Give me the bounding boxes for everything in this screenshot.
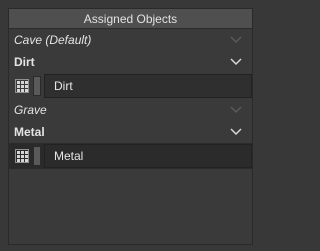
- group-row-cave[interactable]: Cave (Default): [9, 29, 252, 51]
- chevron-down-icon[interactable]: [230, 106, 242, 114]
- grid-icon: [15, 79, 29, 93]
- object-item-metal[interactable]: Metal: [9, 143, 252, 169]
- sub-row-metal[interactable]: Metal: [9, 121, 252, 143]
- chevron-down-icon[interactable]: [230, 58, 242, 66]
- grid-icon: [15, 149, 29, 163]
- object-name-field[interactable]: Metal: [44, 144, 252, 168]
- sub-row-dirt[interactable]: Dirt: [9, 51, 252, 73]
- assigned-objects-window: Assigned Objects Cave (Default) Dirt Dir…: [0, 0, 270, 251]
- group-label: Cave (Default): [14, 33, 92, 47]
- chevron-down-icon[interactable]: [230, 128, 242, 136]
- color-swatch[interactable]: [33, 146, 41, 166]
- color-swatch[interactable]: [33, 76, 41, 96]
- chevron-down-icon[interactable]: [230, 36, 242, 44]
- object-name-value: Metal: [54, 149, 84, 163]
- object-name-field[interactable]: Dirt: [44, 74, 252, 98]
- object-item-dirt[interactable]: Dirt: [9, 73, 252, 99]
- panel-header: Assigned Objects: [9, 9, 252, 29]
- group-label: Grave: [14, 103, 47, 117]
- panel-title: Assigned Objects: [83, 11, 178, 26]
- sub-label: Dirt: [14, 55, 35, 69]
- group-row-grave[interactable]: Grave: [9, 99, 252, 121]
- sub-label: Metal: [14, 125, 45, 139]
- object-name-value: Dirt: [54, 79, 73, 93]
- assigned-objects-panel: Assigned Objects Cave (Default) Dirt Dir…: [8, 8, 253, 245]
